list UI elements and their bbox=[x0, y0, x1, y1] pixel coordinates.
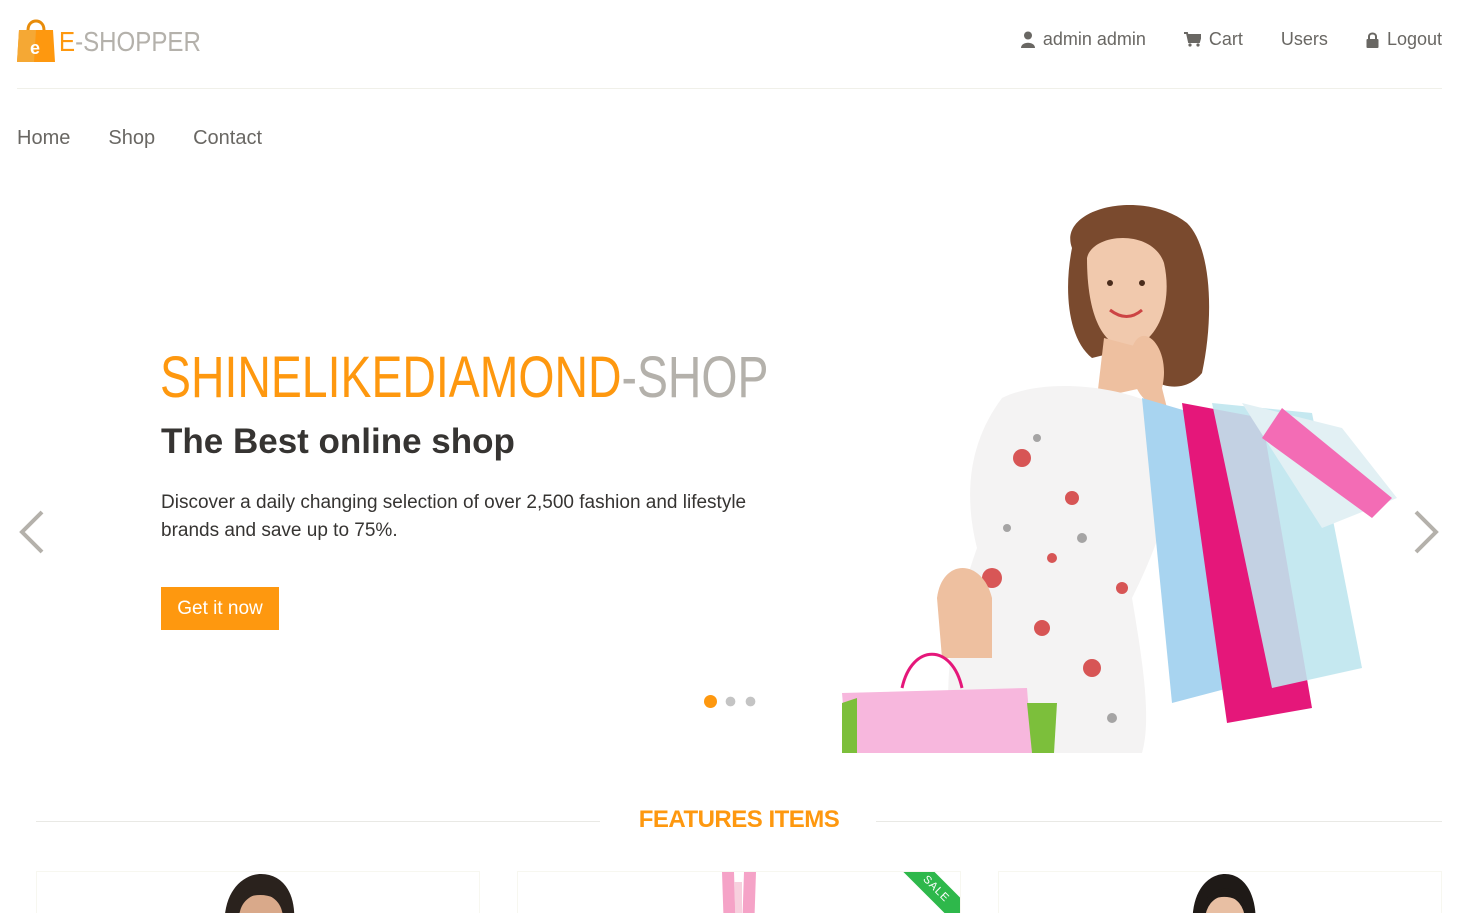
slide-description: Discover a daily changing selection of o… bbox=[161, 492, 747, 541]
slide-title-suffix: -SHOP bbox=[621, 345, 769, 410]
account-link[interactable]: admin admin bbox=[1020, 29, 1146, 50]
nav-contact[interactable]: Contact bbox=[193, 127, 262, 150]
cart-link[interactable]: Cart bbox=[1183, 29, 1243, 50]
product-card[interactable] bbox=[998, 871, 1442, 913]
previous-slide-arrow[interactable] bbox=[16, 508, 46, 556]
slide-title-highlight: SHINELIKEDIAMOND bbox=[160, 345, 622, 410]
slide-subtitle: The Best online shop bbox=[161, 422, 515, 461]
top-navigation: admin admin Cart Users Logout bbox=[983, 29, 1442, 50]
main-navigation: Home Shop Contact bbox=[17, 127, 300, 150]
logout-label: Logout bbox=[1386, 29, 1442, 49]
product-card[interactable] bbox=[36, 871, 480, 913]
product-card[interactable]: SALE bbox=[517, 871, 961, 913]
cart-icon bbox=[1183, 32, 1201, 47]
svg-text:e: e bbox=[30, 38, 40, 58]
users-link[interactable]: Users bbox=[1281, 29, 1328, 50]
slide-indicator-2[interactable] bbox=[725, 696, 736, 707]
slide-indicator-3[interactable] bbox=[745, 696, 756, 707]
users-label: Users bbox=[1280, 29, 1328, 49]
account-label: admin admin bbox=[1042, 29, 1146, 49]
shopping-bag-icon: e bbox=[17, 19, 55, 62]
product-image bbox=[722, 872, 756, 913]
header-divider bbox=[17, 88, 1442, 89]
next-slide-arrow[interactable] bbox=[1412, 508, 1442, 556]
brand-name: E-SHOPPER bbox=[59, 26, 201, 58]
get-it-now-button[interactable]: Get it now bbox=[161, 587, 279, 630]
lock-icon bbox=[1366, 32, 1379, 48]
user-icon bbox=[1020, 31, 1035, 48]
model-with-shopping-bags-image bbox=[842, 204, 1397, 753]
cart-label: Cart bbox=[1208, 29, 1243, 49]
brand-name-rest: -SHOPPER bbox=[75, 26, 201, 57]
nav-home[interactable]: Home bbox=[17, 127, 70, 150]
slide-indicator-1[interactable] bbox=[704, 695, 717, 708]
slide-title: SHINELIKEDIAMOND-SHOP bbox=[160, 344, 768, 411]
brand-name-first: E bbox=[59, 26, 76, 57]
product-image bbox=[1193, 874, 1256, 913]
sale-badge: SALE bbox=[892, 872, 960, 913]
product-image bbox=[225, 874, 295, 913]
brand-logo[interactable]: e E-SHOPPER bbox=[16, 14, 224, 64]
features-title: FEATURES ITEMS bbox=[638, 806, 840, 833]
nav-shop[interactable]: Shop bbox=[108, 127, 155, 150]
slider-indicators bbox=[704, 695, 757, 708]
logout-link[interactable]: Logout bbox=[1366, 29, 1442, 50]
